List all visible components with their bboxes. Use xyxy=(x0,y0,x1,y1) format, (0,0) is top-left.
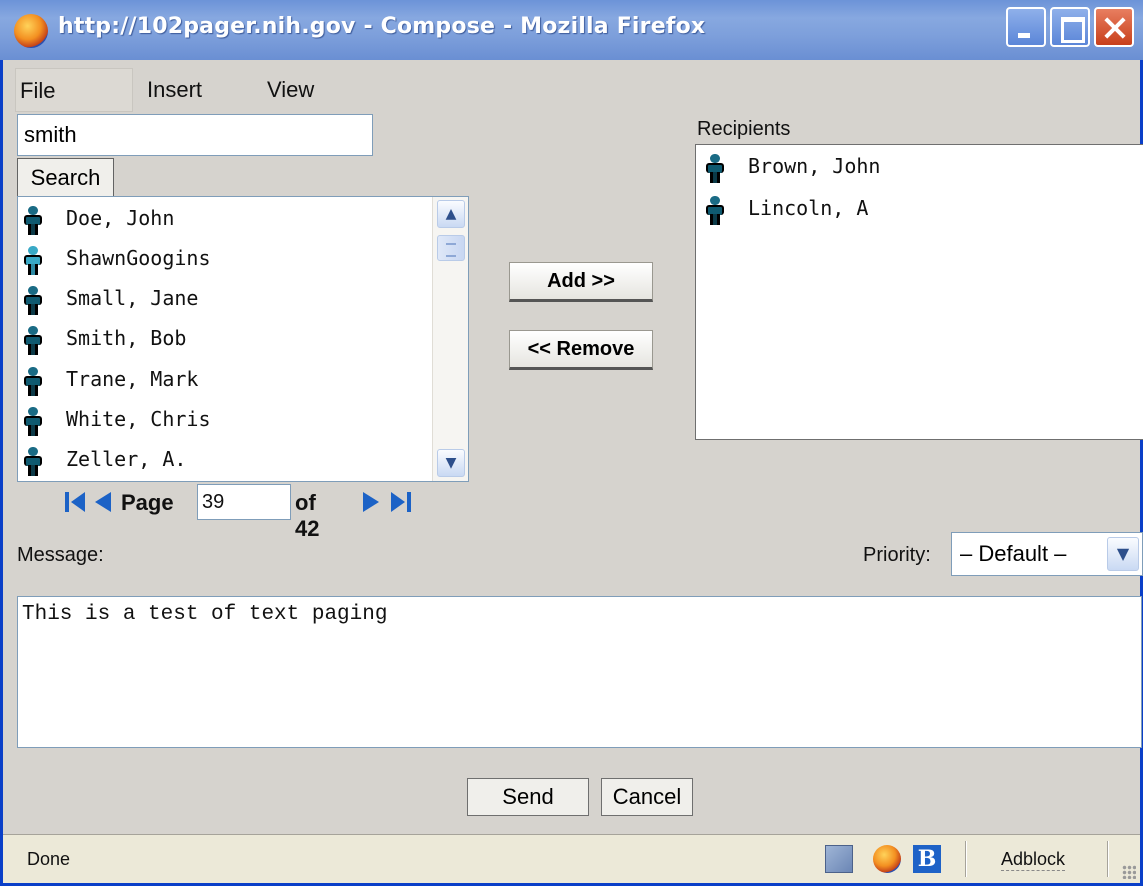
status-text: Done xyxy=(27,849,71,869)
recipients-list[interactable]: Brown, John Lincoln, A xyxy=(695,144,1143,440)
page-label: Page xyxy=(121,490,174,515)
person-icon xyxy=(24,285,42,315)
search-input[interactable]: smith xyxy=(17,114,373,156)
list-item[interactable]: Doe, John xyxy=(24,201,174,235)
list-item[interactable]: Brown, John xyxy=(706,149,880,183)
priority-value: – Default – xyxy=(960,541,1067,566)
window-title: http://102pager.nih.gov - Compose - Mozi… xyxy=(58,14,706,39)
close-button[interactable] xyxy=(1094,7,1134,47)
list-item-label: White, Chris xyxy=(66,407,211,431)
firefox-icon[interactable] xyxy=(873,845,901,873)
browser-window: http://102pager.nih.gov - Compose - Mozi… xyxy=(0,0,1143,886)
minimize-button[interactable] xyxy=(1006,7,1046,47)
scroll-up-arrow-icon[interactable]: ▲ xyxy=(437,200,465,228)
page-number-input[interactable]: 39 xyxy=(197,484,291,520)
list-item-label: Lincoln, A xyxy=(748,196,869,220)
list-item-label: Small, Jane xyxy=(66,286,199,310)
menu-file[interactable]: File xyxy=(15,68,133,112)
scroll-down-arrow-icon[interactable]: ▼ xyxy=(437,449,465,477)
first-page-icon[interactable] xyxy=(63,490,87,514)
message-label: Message: xyxy=(17,544,104,566)
add-button[interactable]: Add >> xyxy=(509,262,653,302)
cancel-button[interactable]: Cancel xyxy=(601,778,693,816)
send-button[interactable]: Send xyxy=(467,778,589,816)
status-bar: Done B Adblock xyxy=(3,834,1140,883)
person-icon xyxy=(706,195,724,225)
search-button[interactable]: Search xyxy=(17,158,114,198)
person-icon xyxy=(24,205,42,235)
list-item[interactable]: White, Chris xyxy=(24,402,211,436)
list-item-label: Zeller, A. xyxy=(66,447,187,471)
menu-insert[interactable]: Insert xyxy=(147,68,202,112)
next-page-icon[interactable] xyxy=(359,490,383,514)
list-item-label: Doe, John xyxy=(66,206,175,230)
remove-button[interactable]: << Remove xyxy=(509,330,653,370)
previous-page-icon[interactable] xyxy=(91,490,115,514)
resize-grip-icon[interactable] xyxy=(1122,865,1136,879)
title-bar[interactable]: http://102pager.nih.gov - Compose - Mozi… xyxy=(0,0,1143,60)
adblock-label[interactable]: Adblock xyxy=(1001,849,1066,871)
status-divider xyxy=(965,841,967,877)
status-divider xyxy=(1107,841,1109,877)
scroll-thumb[interactable] xyxy=(437,235,465,261)
search-results-list[interactable]: Doe, John ShawnGoogins Small, Jane Smith… xyxy=(17,196,469,482)
list-scrollbar[interactable]: ▲ ▼ xyxy=(432,197,468,481)
chevron-down-icon[interactable]: ▼ xyxy=(1107,537,1139,571)
maximize-button[interactable] xyxy=(1050,7,1090,47)
last-page-icon[interactable] xyxy=(389,490,413,514)
page-info-icon[interactable] xyxy=(825,845,853,873)
person-icon xyxy=(24,245,42,275)
recipients-label: Recipients xyxy=(697,118,791,140)
list-item-label: Smith, Bob xyxy=(66,326,187,350)
menu-view[interactable]: View xyxy=(267,68,314,112)
b-extension-icon[interactable]: B xyxy=(913,845,941,873)
list-item[interactable]: Smith, Bob xyxy=(24,321,186,355)
person-icon xyxy=(24,446,42,476)
person-icon xyxy=(24,325,42,355)
list-item[interactable]: Lincoln, A xyxy=(706,191,868,225)
list-item[interactable]: ShawnGoogins xyxy=(24,241,211,275)
person-icon xyxy=(24,366,42,396)
priority-select[interactable]: – Default – ▼ xyxy=(951,532,1143,576)
page-total-label: of 42 xyxy=(295,490,320,541)
list-item[interactable]: Small, Jane xyxy=(24,281,198,315)
message-textarea[interactable]: This is a test of text paging xyxy=(17,596,1142,748)
list-item-label: Brown, John xyxy=(748,154,881,178)
list-item[interactable]: Zeller, A. xyxy=(24,442,186,476)
list-item-label: Trane, Mark xyxy=(66,367,199,391)
priority-label: Priority: xyxy=(863,544,931,566)
person-icon xyxy=(706,153,724,183)
list-item-label: ShawnGoogins xyxy=(66,246,211,270)
list-item[interactable]: Trane, Mark xyxy=(24,362,198,396)
person-icon xyxy=(24,406,42,436)
firefox-icon xyxy=(14,14,48,48)
